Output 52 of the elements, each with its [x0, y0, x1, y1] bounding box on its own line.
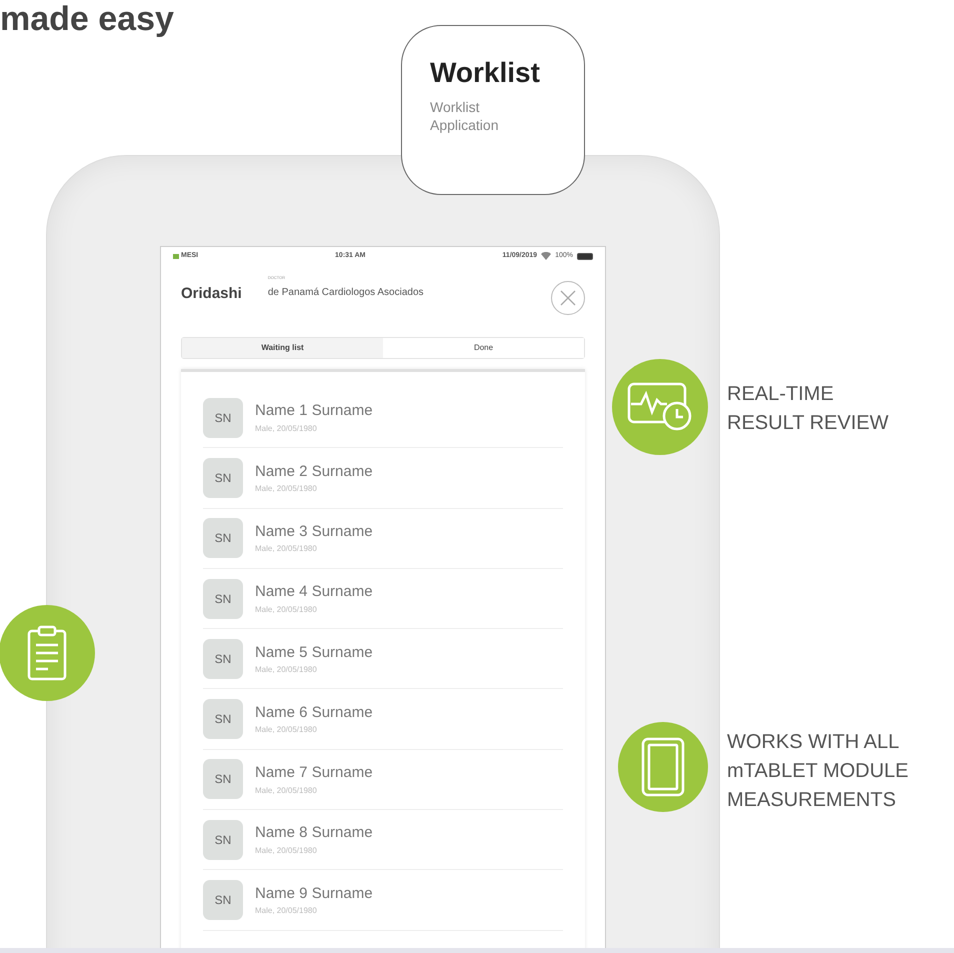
- patient-details: Male, 20/05/1980: [255, 483, 318, 496]
- avatar-initials: SN: [203, 398, 243, 438]
- monitor-clock-icon: [627, 382, 693, 432]
- avatar-initials: SN: [203, 458, 243, 498]
- patient-details: Male, 20/05/1980: [255, 664, 318, 676]
- patient-details: Male, 20/05/1980: [255, 724, 318, 736]
- patient-name: Name 1 Surname: [255, 401, 373, 422]
- patient-details: Male, 20/05/1980: [255, 422, 318, 435]
- patient-row[interactable]: SN Name 8 Surname Male, 20/05/1980: [203, 810, 563, 870]
- avatar-initials: SN: [203, 518, 243, 558]
- close-button[interactable]: [551, 281, 585, 315]
- patient-details: Male, 20/05/1980: [255, 844, 318, 857]
- doctor-name: de Panamá Cardiologos Asociados: [268, 286, 424, 300]
- patient-row[interactable]: SN Name 6 Surname Male, 20/05/1980: [203, 689, 563, 750]
- patient-name: Name 8 Surname: [255, 823, 373, 844]
- segment-tab[interactable]: Waiting list: [182, 338, 383, 358]
- patient-details: Male, 20/05/1980: [255, 543, 318, 556]
- feature-caption: REAL-TIME RESULT REVIEW: [727, 382, 889, 436]
- feature-caption: WORKS WITH ALL mTABLET MODULE MEASUREMENTS: [727, 730, 909, 813]
- avatar-initials: SN: [203, 638, 243, 679]
- avatar-initials: SN: [203, 578, 243, 619]
- patient-row[interactable]: SN Name 9 Surname Male, 20/05/1980: [203, 870, 563, 931]
- patient-details: Male, 20/05/1980: [255, 784, 318, 797]
- signal-icon: [173, 254, 179, 258]
- page-heading: made easy: [0, 0, 174, 38]
- app-card-subtitle: Worklist Application: [430, 98, 500, 134]
- avatar-initials: SN: [203, 880, 243, 920]
- patient-name: Name 4 Surname: [255, 582, 373, 602]
- patient-row[interactable]: SN Name 1 Surname Male, 20/05/1980: [203, 388, 563, 448]
- avatar-initials: SN: [203, 820, 243, 860]
- battery-icon: [576, 252, 593, 260]
- patient-row[interactable]: SN Name 7 Surname Male, 20/05/1980: [203, 750, 563, 810]
- clipboard-icon: [27, 625, 67, 681]
- patient-name: Name 7 Surname: [255, 763, 373, 784]
- tablet-icon: [641, 737, 685, 797]
- close-icon: [560, 290, 576, 306]
- patient-row[interactable]: SN Name 4 Surname Male, 20/05/1980: [203, 568, 563, 630]
- patient-details: Male, 20/05/1980: [255, 604, 318, 616]
- patient-name: Name 3 Surname: [255, 522, 373, 542]
- patient-details: Male, 20/05/1980: [255, 905, 318, 918]
- app-card-title: Worklist: [430, 56, 541, 90]
- patient-name: Name 9 Surname: [255, 884, 373, 904]
- wifi-icon: [541, 252, 552, 260]
- patient-row[interactable]: SN Name 2 Surname Male, 20/05/1980: [203, 448, 563, 509]
- patient-name: Name 5 Surname: [255, 642, 373, 663]
- avatar-initials: SN: [203, 759, 243, 800]
- header-title: Oridashi: [181, 284, 242, 304]
- patient-row[interactable]: SN Name 5 Surname Male, 20/05/1980: [203, 629, 563, 690]
- patient-name: Name 2 Surname: [255, 462, 373, 482]
- patient-name: Name 6 Surname: [255, 702, 373, 723]
- avatar-initials: SN: [203, 699, 243, 740]
- patient-row[interactable]: SN Name 3 Surname Male, 20/05/1980: [203, 508, 563, 569]
